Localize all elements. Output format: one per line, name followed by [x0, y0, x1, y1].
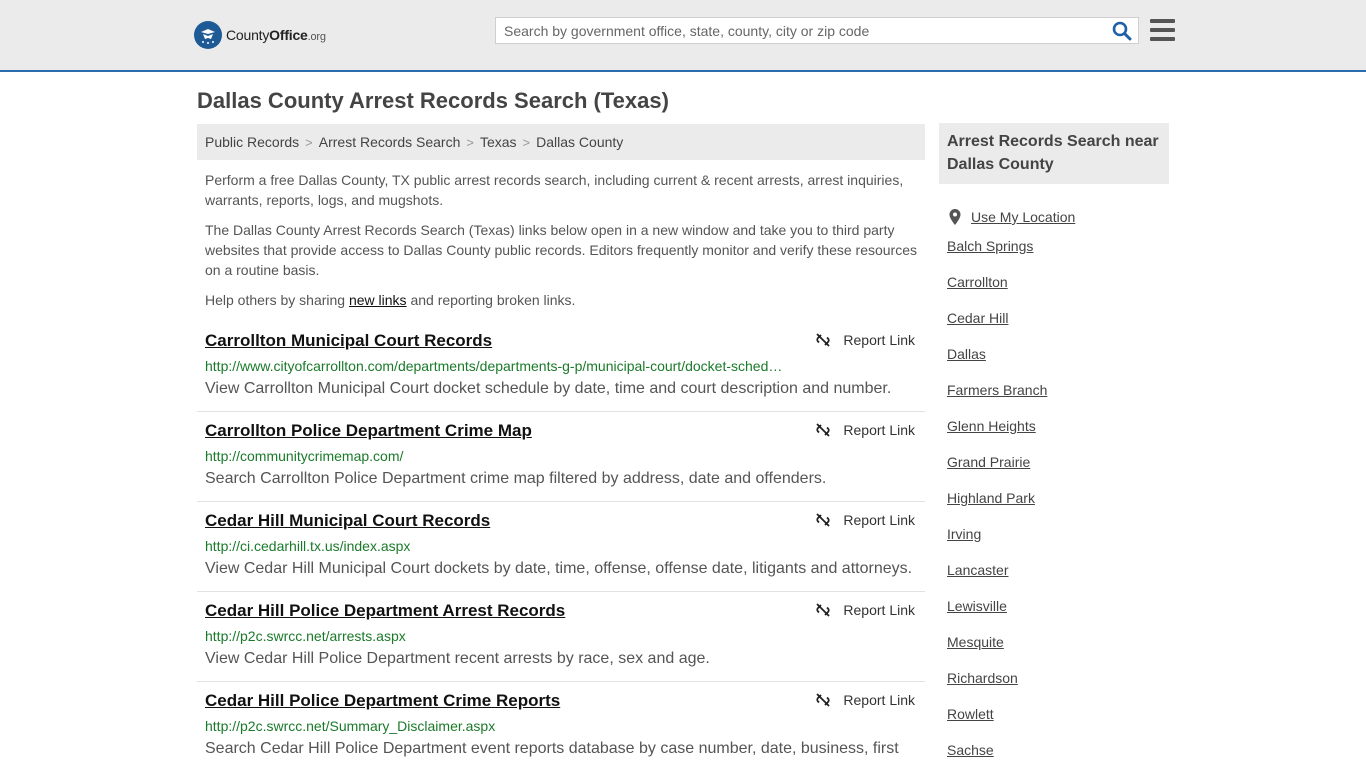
- result-title-link[interactable]: Carrollton Police Department Crime Map: [205, 421, 532, 441]
- sidebar-item-rowlett[interactable]: Rowlett: [947, 706, 994, 722]
- result-description: Search Carrollton Police Department crim…: [205, 470, 827, 487]
- intro-paragraph: The Dallas County Arrest Records Search …: [205, 222, 918, 278]
- breadcrumb-separator-icon: >: [522, 134, 531, 150]
- result-description: Search Cedar Hill Police Department even…: [205, 740, 899, 757]
- search-icon[interactable]: [1112, 21, 1132, 41]
- result-url[interactable]: http://communitycrimemap.com/: [205, 448, 785, 464]
- sidebar-item-farmers-branch[interactable]: Farmers Branch: [947, 382, 1047, 398]
- sidebar-item-highland-park[interactable]: Highland Park: [947, 490, 1035, 506]
- breadcrumb-separator-icon: >: [305, 134, 313, 150]
- logo-name-bold: County: [226, 27, 270, 43]
- logo-name-rest: Office: [269, 27, 308, 43]
- list-item: Mesquite: [947, 631, 1167, 667]
- list-item: Lancaster: [947, 559, 1167, 595]
- list-item: Cedar Hill: [947, 307, 1167, 343]
- nearby-list: Use My Location Balch Springs Carrollton…: [947, 199, 1167, 775]
- search-box: [495, 17, 1139, 44]
- result-title-link[interactable]: Cedar Hill Police Department Crime Repor…: [205, 691, 560, 711]
- list-item: Highland Park: [947, 487, 1167, 523]
- sidebar-item-dallas[interactable]: Dallas: [947, 346, 986, 362]
- result-item: Carrollton Police Department Crime Map R…: [197, 412, 925, 502]
- sidebar-item-richardson[interactable]: Richardson: [947, 670, 1018, 686]
- report-link-button[interactable]: Report Link: [815, 422, 915, 438]
- report-link-button[interactable]: Report Link: [815, 332, 915, 348]
- list-item: Grand Prairie: [947, 451, 1167, 487]
- site-logo[interactable]: CountyOffice.org: [194, 20, 326, 50]
- breadcrumb-separator-icon: >: [466, 134, 474, 150]
- list-item: Dallas: [947, 343, 1167, 379]
- report-link-label: Report Link: [843, 422, 915, 438]
- county-seal-icon: [194, 21, 222, 49]
- result-url[interactable]: http://ci.cedarhill.tx.us/index.aspx: [205, 538, 785, 554]
- broken-link-icon: [816, 693, 831, 707]
- result-url[interactable]: http://p2c.swrcc.net/arrests.aspx: [205, 628, 785, 644]
- result-title-link[interactable]: Carrollton Municipal Court Records: [205, 331, 492, 351]
- result-item: Cedar Hill Police Department Crime Repor…: [197, 682, 925, 772]
- page-title: Dallas County Arrest Records Search (Tex…: [197, 88, 669, 113]
- sidebar-item-glenn-heights[interactable]: Glenn Heights: [947, 418, 1036, 434]
- use-my-location-link[interactable]: Use My Location: [971, 206, 1075, 228]
- report-link-label: Report Link: [843, 602, 915, 618]
- broken-link-icon: [816, 513, 831, 527]
- list-item: Rowlett: [947, 703, 1167, 739]
- share-note: Help others by sharing new links and rep…: [205, 290, 921, 310]
- result-description: View Carrollton Municipal Court docket s…: [205, 380, 892, 397]
- breadcrumb-public-records[interactable]: Public Records: [205, 134, 299, 150]
- list-item: Balch Springs: [947, 235, 1167, 271]
- breadcrumb-arrest-records-search[interactable]: Arrest Records Search: [319, 134, 461, 150]
- list-item: Glenn Heights: [947, 415, 1167, 451]
- report-link-label: Report Link: [843, 692, 915, 708]
- list-item: Richardson: [947, 667, 1167, 703]
- sidebar-item-cedar-hill[interactable]: Cedar Hill: [947, 310, 1008, 326]
- report-link-label: Report Link: [843, 332, 915, 348]
- broken-link-icon: [816, 603, 831, 617]
- report-link-label: Report Link: [843, 512, 915, 528]
- result-item: Cedar Hill Police Department Arrest Reco…: [197, 592, 925, 682]
- search-input[interactable]: [496, 18, 1104, 43]
- report-link-button[interactable]: Report Link: [815, 692, 915, 708]
- sidebar-item-balch-springs[interactable]: Balch Springs: [947, 238, 1033, 254]
- sidebar-item-mesquite[interactable]: Mesquite: [947, 634, 1004, 650]
- result-title-link[interactable]: Cedar Hill Municipal Court Records: [205, 511, 490, 531]
- share-note-text: and reporting broken links.: [406, 292, 576, 308]
- broken-link-icon: [816, 333, 831, 347]
- list-item: Lewisville: [947, 595, 1167, 631]
- sidebar-item-irving[interactable]: Irving: [947, 526, 981, 542]
- use-location-item: Use My Location: [947, 199, 1167, 235]
- breadcrumb-dallas-county[interactable]: Dallas County: [536, 134, 623, 150]
- map-pin-icon: [949, 209, 961, 225]
- result-description: View Cedar Hill Municipal Court dockets …: [205, 560, 913, 577]
- sidebar-item-lancaster[interactable]: Lancaster: [947, 562, 1008, 578]
- share-note-text: Help others by sharing: [205, 292, 349, 308]
- intro-paragraph: Perform a free Dallas County, TX public …: [205, 172, 904, 208]
- sidebar-item-lewisville[interactable]: Lewisville: [947, 598, 1007, 614]
- logo-tld: .org: [307, 31, 326, 43]
- report-link-button[interactable]: Report Link: [815, 602, 915, 618]
- list-item: Irving: [947, 523, 1167, 559]
- sidebar-heading: Arrest Records Search near Dallas County: [939, 123, 1169, 184]
- new-links-link[interactable]: new links: [349, 292, 407, 308]
- result-url[interactable]: http://www.cityofcarrollton.com/departme…: [205, 358, 785, 374]
- results-list: Carrollton Municipal Court Records Repor…: [197, 322, 925, 772]
- logo-wordmark: CountyOffice.org: [226, 27, 326, 43]
- sidebar-item-carrollton[interactable]: Carrollton: [947, 274, 1008, 290]
- result-description: View Cedar Hill Police Department recent…: [205, 650, 710, 667]
- result-item: Carrollton Municipal Court Records Repor…: [197, 322, 925, 412]
- hamburger-menu-icon[interactable]: [1150, 19, 1175, 43]
- list-item: Farmers Branch: [947, 379, 1167, 415]
- list-item: Carrollton: [947, 271, 1167, 307]
- sidebar-item-sachse[interactable]: Sachse: [947, 742, 994, 758]
- intro-text: Perform a free Dallas County, TX public …: [205, 170, 921, 320]
- breadcrumb: Public Records > Arrest Records Search >…: [197, 124, 925, 160]
- site-header: CountyOffice.org: [0, 0, 1366, 72]
- broken-link-icon: [816, 423, 831, 437]
- report-link-button[interactable]: Report Link: [815, 512, 915, 528]
- list-item: Sachse: [947, 739, 1167, 775]
- result-url[interactable]: http://p2c.swrcc.net/Summary_Disclaimer.…: [205, 718, 785, 734]
- breadcrumb-texas[interactable]: Texas: [480, 134, 517, 150]
- result-title-link[interactable]: Cedar Hill Police Department Arrest Reco…: [205, 601, 565, 621]
- sidebar-item-grand-prairie[interactable]: Grand Prairie: [947, 454, 1030, 470]
- result-item: Cedar Hill Municipal Court Records Repor…: [197, 502, 925, 592]
